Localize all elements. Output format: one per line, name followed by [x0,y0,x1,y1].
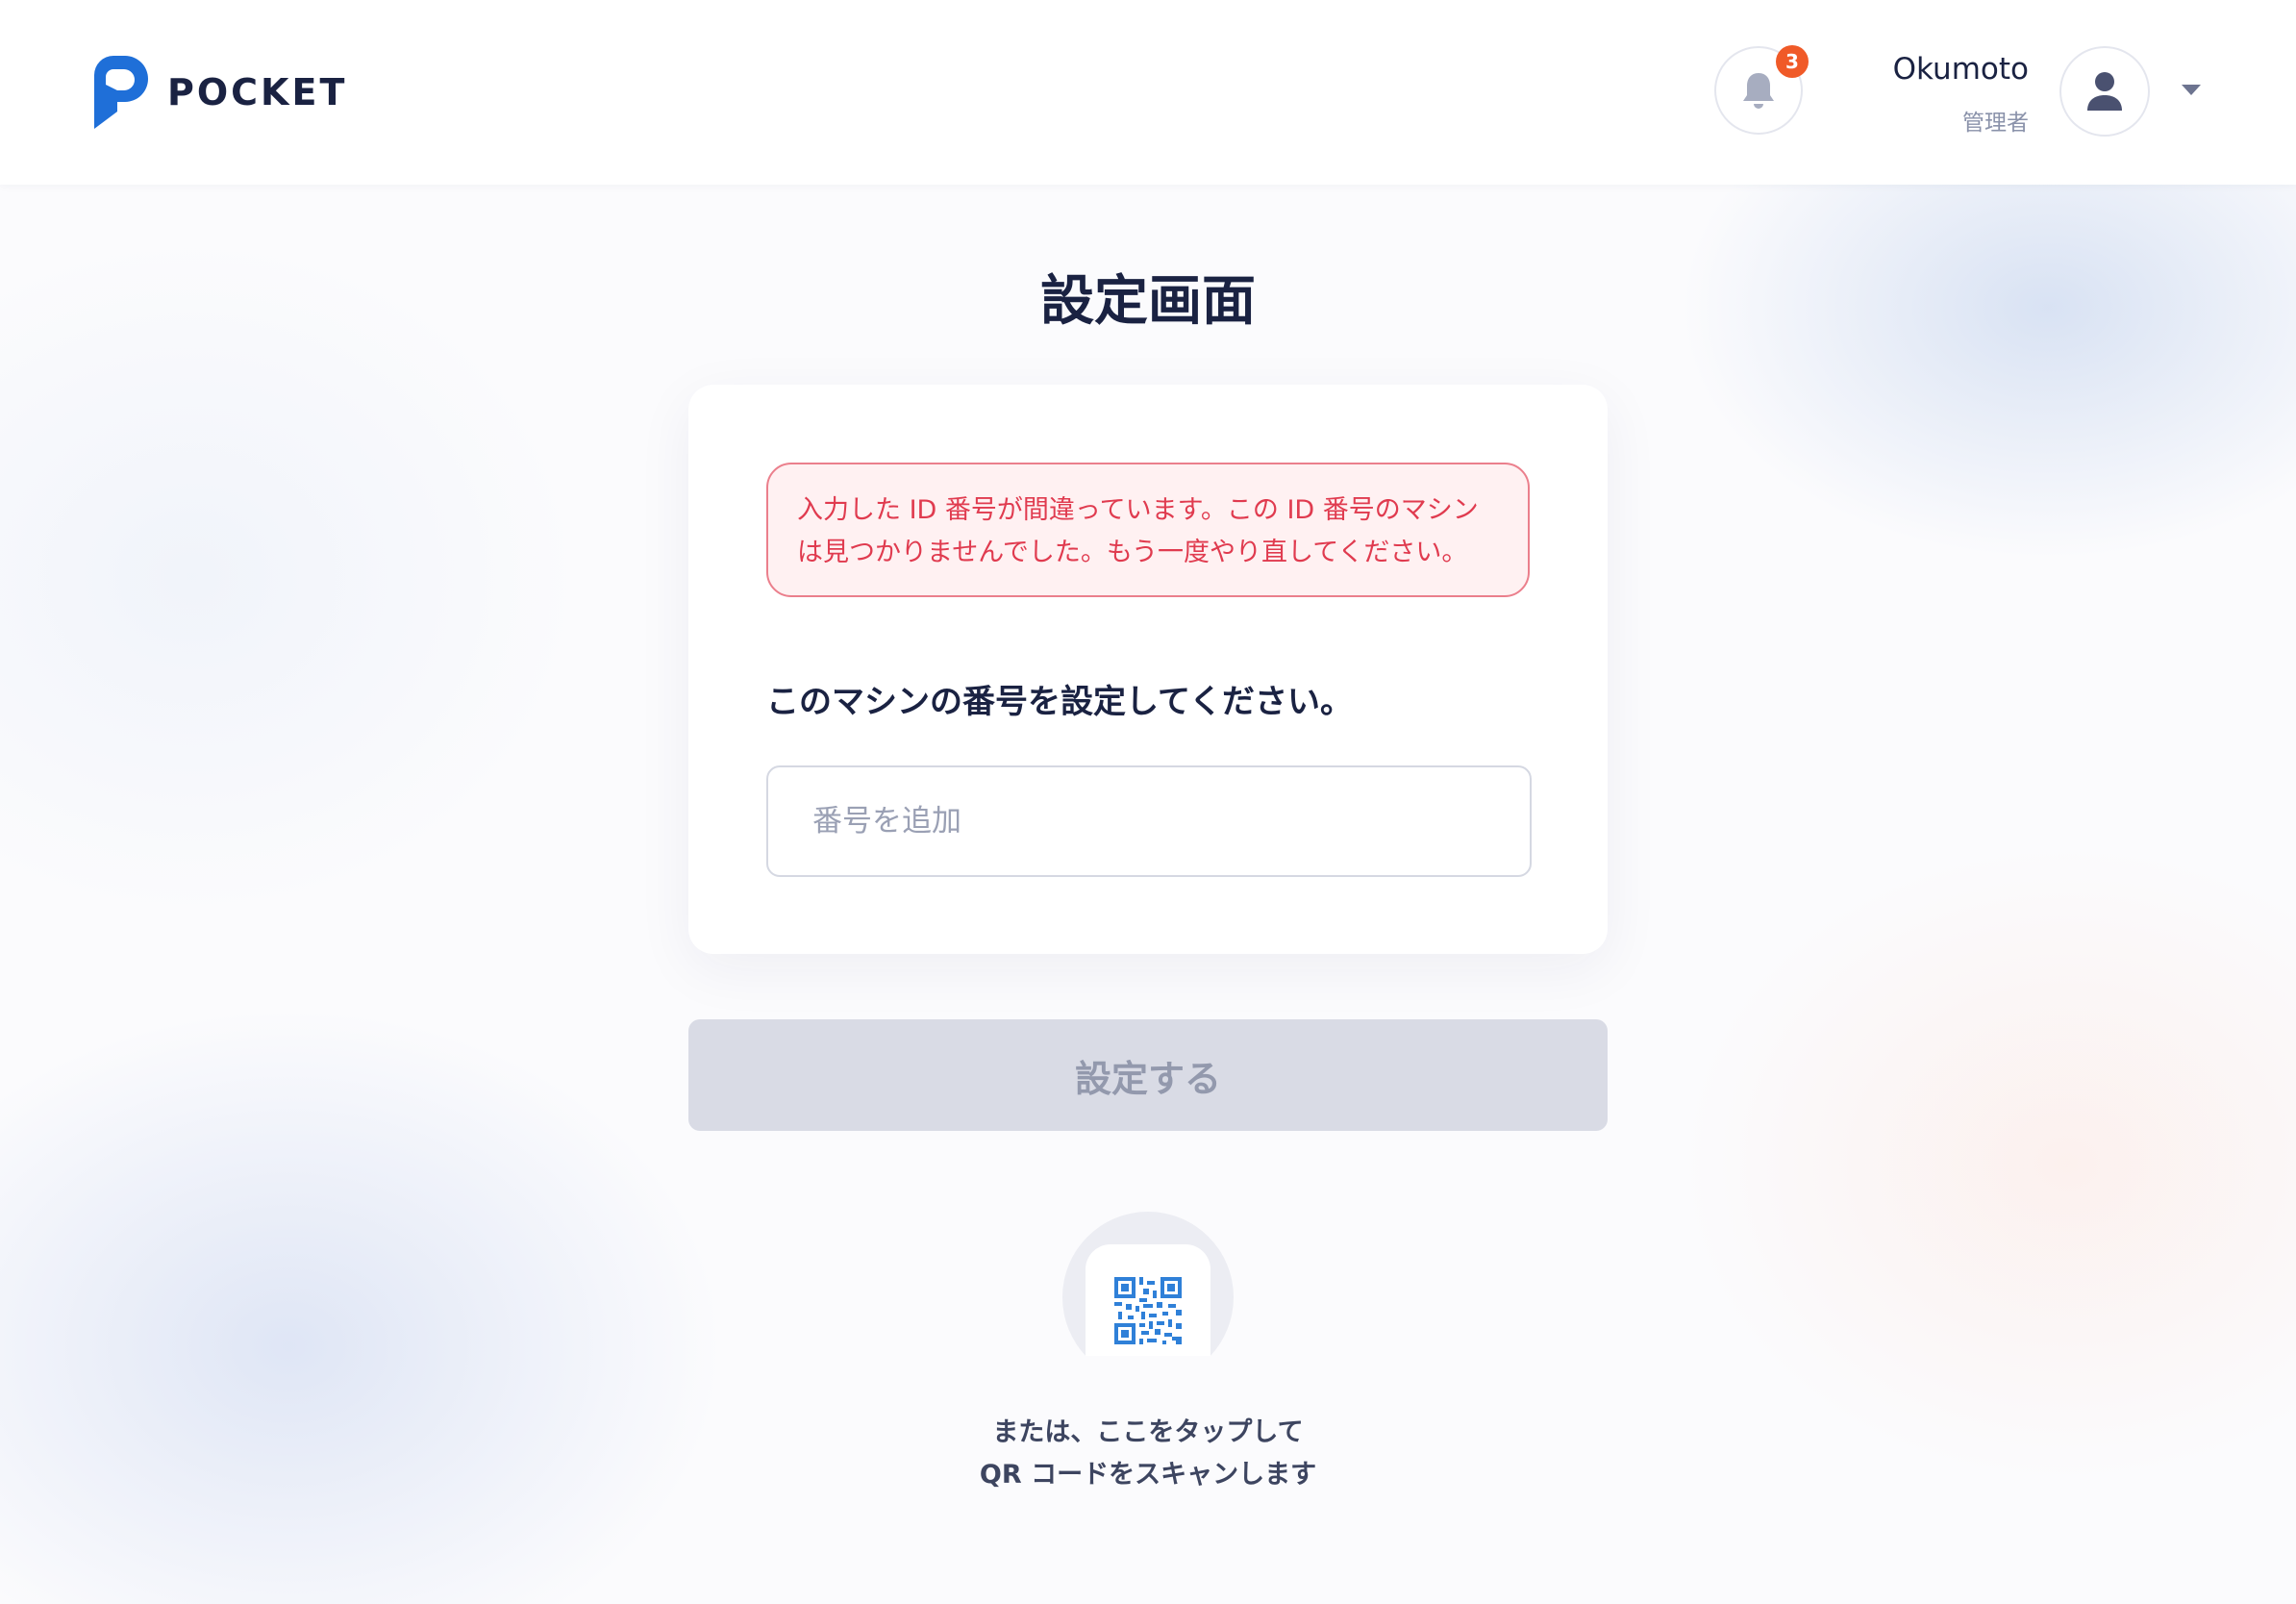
user-icon [2087,72,2122,111]
settings-card: 入力した ID 番号が間違っています。この ID 番号のマシン は見つかりません… [688,385,1608,954]
chevron-down-icon[interactable] [2181,84,2202,97]
qr-code-icon [1114,1277,1182,1344]
error-message: 入力した ID 番号が間違っています。この ID 番号のマシン は見つかりません… [766,463,1530,597]
logo-text: POCKET [167,71,348,113]
page-title: 設定画面 [1040,270,1256,333]
notification-badge: 3 [1776,45,1809,78]
pocket-logo-icon [94,56,148,129]
pocket-logo[interactable]: POCKET [92,56,347,129]
machine-number-label: このマシンの番号を設定してください。 [766,683,1353,721]
machine-number-input[interactable] [766,765,1532,877]
qr-instructions[interactable]: または、ここをタップして QR コードをスキャンします [0,1412,2296,1496]
qr-instructions-line-1: または、ここをタップして [992,1417,1304,1447]
error-line-2: は見つかりませんでした。もう一度やり直してください。 [797,538,1468,567]
qr-scan-button[interactable] [1062,1212,1234,1356]
qr-instructions-line-2: QR コードをスキャンします [979,1460,1317,1490]
error-line-1: 入力した ID 番号が間違っています。この ID 番号のマシン [797,495,1479,525]
user-role: 管理者 [1962,111,2029,136]
user-name: Okumoto [1892,52,2029,87]
top-header: POCKET 3 Okumoto 管理者 [0,0,2296,185]
submit-button[interactable]: 設定する [688,1019,1608,1131]
avatar-button[interactable] [2059,46,2150,137]
bell-icon [1743,73,1774,109]
